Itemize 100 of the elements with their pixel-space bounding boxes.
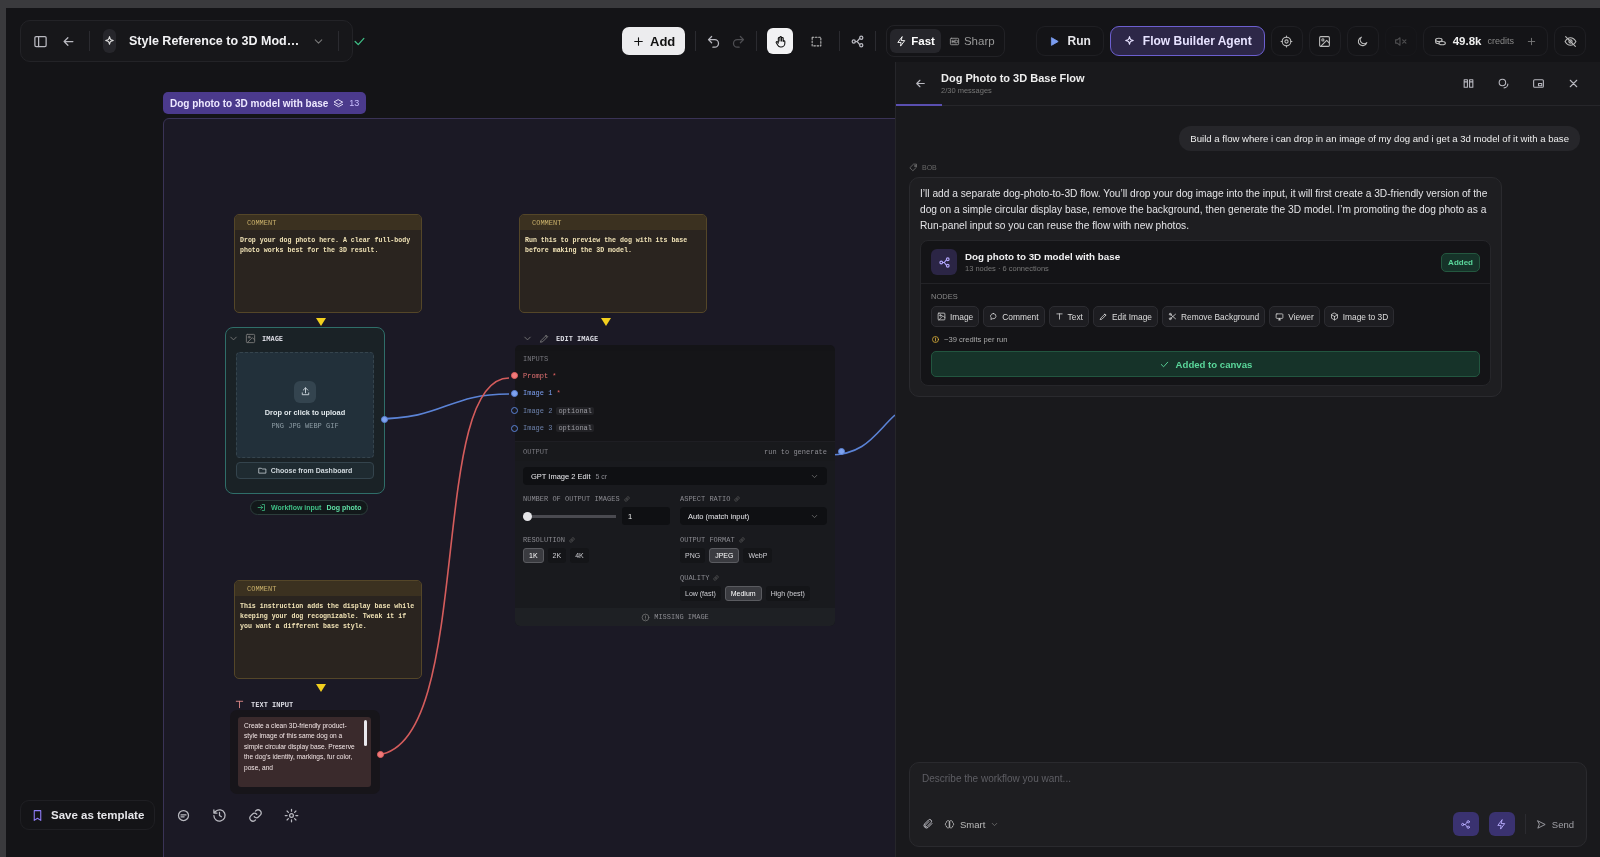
graph-mode-toggle[interactable] (1452, 812, 1479, 836)
scrollbar[interactable] (364, 720, 367, 746)
node-graph-icon (1460, 818, 1472, 830)
user-message: Build a flow where i can drop in an image of my dog and i get a 3d model of it with a base (1179, 126, 1580, 151)
sparkle-icon (1122, 34, 1136, 48)
input-port[interactable] (511, 424, 518, 432)
node-chip: Comment (983, 306, 1045, 327)
upload-icon (299, 386, 311, 397)
sidebar-toggle-icon[interactable] (33, 33, 48, 49)
node-chip: Text (1048, 306, 1089, 327)
flow-builder-agent-button[interactable]: Flow Builder Agent (1109, 26, 1265, 56)
message-input[interactable]: Describe the workflow you want... (922, 773, 1574, 784)
message-text: I’ll add a separate dog-photo-to-3D flow. You’ll drop your dog image into the input, it will first create a 3D-friendly version of the dog on a simple circular display base, remove the background, then generate the 3D model. I’m promoting the dog photo as a Run-panel input so you can reuse the flow with new photos. (920, 187, 1489, 233)
paperclip-icon[interactable] (922, 818, 934, 830)
credits-label: credits (1487, 36, 1514, 46)
plus-icon[interactable] (1526, 35, 1537, 47)
flow-title[interactable]: Style Reference to 3D Mod… (129, 34, 300, 48)
sparkle-icon-tile[interactable] (103, 29, 116, 53)
chat-title: Dog Photo to 3D Base Flow (941, 72, 1085, 84)
image-icon (1318, 34, 1332, 48)
brain-icon (944, 818, 955, 830)
info-icon (641, 612, 651, 622)
node-graph-icon[interactable] (850, 33, 866, 49)
back-arrow-icon[interactable] (914, 77, 927, 90)
sparkle-icon (103, 34, 116, 48)
output-port[interactable] (381, 416, 388, 423)
node-count: 13 (349, 98, 360, 108)
close-icon[interactable] (1567, 77, 1580, 90)
output-port[interactable] (377, 751, 384, 758)
coin-icon (931, 335, 940, 344)
bookmark-icon (31, 808, 44, 822)
input-port[interactable] (511, 372, 518, 379)
lightning-icon (896, 35, 908, 47)
moon-icon (1356, 34, 1370, 48)
node-chip: Remove Background (1162, 306, 1266, 327)
books-icon[interactable] (1462, 77, 1475, 90)
monitor-icon (1275, 312, 1285, 321)
undo-icon[interactable] (706, 33, 722, 49)
folder-icon (257, 466, 267, 475)
added-badge: Added (1441, 252, 1480, 272)
layers-icon (333, 97, 345, 109)
target-icon (1280, 34, 1294, 48)
fast-mode-toggle[interactable] (1488, 812, 1515, 836)
added-to-canvas-button[interactable]: Added to canvas (931, 351, 1480, 377)
cube-icon (1329, 312, 1339, 321)
save-as-template-button[interactable]: Save as template (20, 800, 156, 830)
hand-tool-button[interactable] (767, 28, 794, 54)
flow-name: Dog photo to 3D model with base (965, 251, 1121, 262)
add-button[interactable]: Add (622, 27, 686, 55)
settings-icon[interactable] (284, 807, 300, 823)
pointer-marker (316, 684, 326, 692)
pencil-icon (1098, 312, 1108, 321)
node-chip: Viewer (1269, 306, 1320, 327)
plus-icon (632, 34, 645, 48)
moon-button[interactable] (1346, 26, 1379, 56)
pointer-marker (601, 318, 611, 326)
link-icon (569, 536, 575, 543)
comment-icon (989, 312, 999, 321)
run-button[interactable]: Run (1036, 26, 1104, 56)
image-button[interactable] (1308, 26, 1341, 56)
chat-bubbles-icon[interactable] (1497, 77, 1510, 90)
credits-pill[interactable]: 49.8k credits (1422, 26, 1548, 56)
image-icon (937, 312, 946, 321)
slider-thumb[interactable] (523, 511, 532, 521)
hide-panel-button[interactable] (1554, 26, 1586, 56)
eye-off-icon (1563, 34, 1577, 48)
history-icon[interactable] (212, 807, 228, 823)
group-label[interactable]: Dog photo to 3D model with base 13 (163, 92, 367, 114)
image-icon (245, 333, 256, 344)
link-icon (738, 536, 745, 543)
input-port[interactable] (511, 389, 518, 397)
link-icon (713, 574, 720, 581)
input-port[interactable] (511, 407, 518, 414)
node-chip: Image to 3D (1323, 306, 1395, 327)
link-icon (623, 495, 630, 502)
link-icon[interactable] (248, 807, 264, 823)
mode-dropdown[interactable]: Smart (944, 818, 1000, 830)
lightning-icon (1496, 818, 1508, 830)
pencil-icon (539, 333, 550, 344)
node-chip: Edit Image (1092, 306, 1158, 327)
node-graph-icon (937, 255, 951, 269)
link-icon (734, 495, 741, 502)
node-chip: Image (931, 306, 980, 327)
output-port[interactable] (838, 448, 845, 455)
hand-icon (773, 34, 787, 48)
play-icon (1049, 35, 1061, 47)
send-icon (1535, 818, 1547, 830)
hd-icon (948, 35, 960, 47)
muted-speaker-icon (1394, 34, 1408, 48)
comment-icon[interactable] (176, 807, 192, 823)
picture-in-picture-icon[interactable] (1532, 77, 1545, 90)
scissors-icon (1168, 312, 1177, 321)
text-icon (234, 699, 245, 710)
mode-toggle[interactable]: Fast (890, 29, 941, 53)
mode-toggle[interactable]: Sharp (942, 29, 1001, 53)
text-icon (1054, 312, 1064, 321)
target-button[interactable] (1270, 26, 1303, 56)
group-title: Dog photo to 3D model with base (170, 97, 329, 109)
credits-value: 49.8k (1452, 35, 1482, 47)
enter-icon (257, 503, 266, 512)
